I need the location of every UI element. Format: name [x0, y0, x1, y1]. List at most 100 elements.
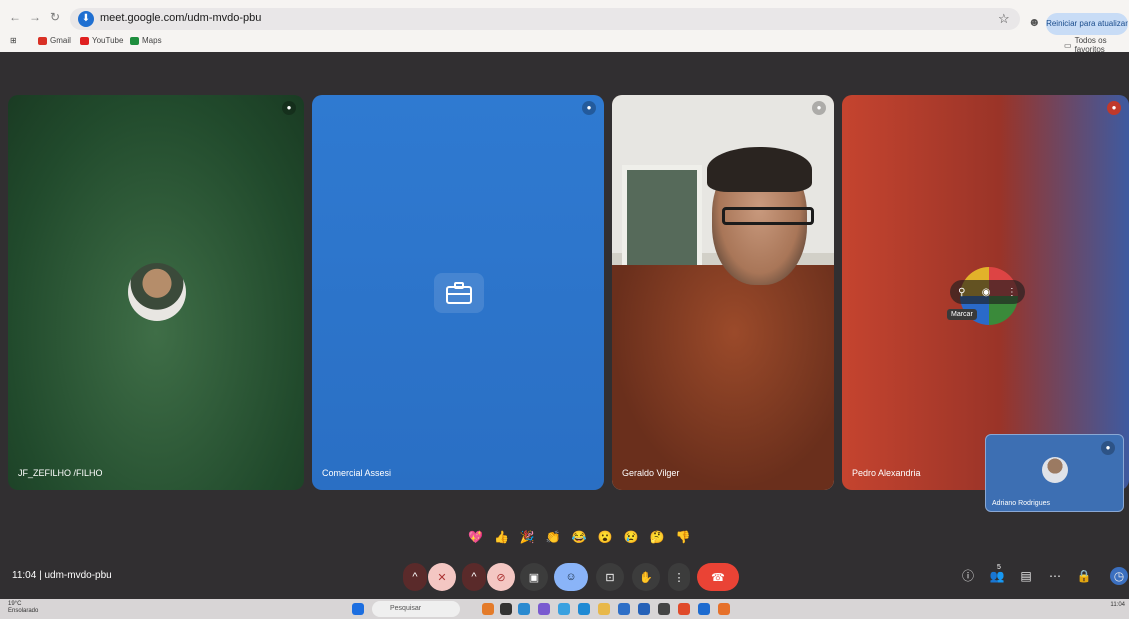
bookmark-maps[interactable]: Maps — [130, 36, 162, 45]
leave-call-button[interactable]: ☎ — [697, 563, 739, 591]
url-text: meet.google.com/udm-mvdo-pbu — [100, 12, 262, 24]
meet-stage: ● JF_ZEFILHO /FILHO ● Comercial Assesi ●… — [0, 52, 1129, 599]
browser-chrome: ← → ↻ ⬇ meet.google.com/udm-mvdo-pbu ☆ ☻… — [0, 0, 1129, 54]
app-icon[interactable] — [698, 603, 710, 615]
folder-icon: ▭ — [1064, 40, 1072, 50]
youtube-icon — [80, 36, 89, 45]
search-placeholder: Pesquisar — [390, 605, 422, 612]
more-options-icon[interactable]: ⋮ — [1007, 287, 1017, 298]
participant-tile[interactable]: ● ⚲ ◉ ⋮ Marcar Pedro Alexandria — [842, 95, 1129, 490]
mic-off-icon: ● — [812, 101, 826, 115]
pin-icon[interactable]: ⚲ — [958, 287, 965, 298]
mic-on-icon: ● — [282, 101, 296, 115]
bookmark-gmail[interactable]: Gmail — [38, 36, 71, 45]
camera-options-button[interactable]: ^ — [462, 563, 486, 591]
bookmark-label: Maps — [142, 36, 162, 45]
bookmarks-bar: ⊞ Gmail YouTube Maps ▭ Todos os favorito… — [0, 33, 1129, 54]
tile-controls[interactable]: ⚲ ◉ ⋮ — [950, 280, 1025, 304]
host-controls-icon[interactable]: 🔒 — [1075, 567, 1093, 585]
app-icon[interactable] — [638, 603, 650, 615]
mute-icon[interactable]: ◉ — [982, 287, 991, 298]
participant-name: Comercial Assesi — [322, 468, 392, 478]
gmail-icon — [38, 36, 47, 45]
reaction-party[interactable]: 🎉 — [520, 530, 535, 544]
participant-tile[interactable]: ● Comercial Assesi — [312, 95, 604, 490]
emoji-icon: ☺ — [565, 571, 577, 583]
self-name: Adriano Rodrigues — [992, 500, 1050, 507]
app-icon[interactable] — [558, 603, 570, 615]
reaction-surprised[interactable]: 😮 — [598, 530, 613, 544]
system-clock: 11:04 — [1110, 602, 1125, 609]
mic-off-icon: ✕ — [437, 571, 447, 584]
back-icon[interactable]: ← — [8, 10, 22, 24]
participant-count: 5 — [997, 564, 1001, 571]
hand-icon: ✋ — [639, 571, 653, 584]
present-button[interactable]: ⊡ — [596, 563, 624, 591]
reaction-thumbs-up[interactable]: 👍 — [494, 530, 509, 544]
present-icon: ⊡ — [605, 571, 615, 584]
start-icon[interactable] — [352, 603, 364, 615]
reaction-thinking[interactable]: 🤔 — [650, 530, 665, 544]
reaction-heart[interactable]: 💖 — [468, 530, 483, 544]
app-icon[interactable] — [718, 603, 730, 615]
bookmark-star-icon[interactable]: ☆ — [998, 11, 1010, 27]
reaction-thumbs-down[interactable]: 👎 — [676, 530, 691, 544]
app-icon[interactable] — [500, 603, 512, 615]
app-icon[interactable] — [578, 603, 590, 615]
mic-options-button[interactable]: ^ — [403, 563, 427, 591]
camera-toggle-button[interactable]: ⊘ — [487, 563, 515, 591]
participant-name: Pedro Alexandria — [852, 468, 921, 478]
activities-icon[interactable]: ⋯ — [1046, 567, 1064, 585]
meeting-info: 11:04 | udm-mvdo-pbu — [12, 570, 112, 581]
mic-toggle-button[interactable]: ✕ — [428, 563, 456, 591]
reaction-sad[interactable]: 😢 — [624, 530, 639, 544]
mic-off-icon: ● — [582, 101, 596, 115]
browser-toolbar: ← → ↻ ⬇ meet.google.com/udm-mvdo-pbu ☆ ☻… — [0, 6, 1129, 35]
reactions-button[interactable]: ☺ — [554, 563, 588, 591]
reload-icon[interactable]: ↻ — [48, 10, 62, 24]
people-icon[interactable]: 👥 5 — [988, 564, 1006, 585]
bookmark-youtube[interactable]: YouTube — [80, 36, 123, 45]
weather-text: Ensolarado — [8, 608, 39, 614]
folder-icon[interactable] — [598, 603, 610, 615]
app-icon[interactable] — [658, 603, 670, 615]
participant-name: JF_ZEFILHO /FILHO — [18, 468, 103, 478]
self-view-tile[interactable]: ● Adriano Rodrigues — [985, 434, 1124, 512]
captions-icon: ▣ — [528, 571, 540, 584]
chrome-icon[interactable] — [678, 603, 690, 615]
weather-widget[interactable]: 19°C Ensolarado — [8, 601, 38, 615]
more-options-button[interactable]: ⋮ — [668, 563, 690, 591]
raise-hand-button[interactable]: ✋ — [632, 563, 660, 591]
search-input[interactable]: Pesquisar — [372, 601, 460, 617]
phone-hangup-icon: ☎ — [711, 571, 725, 584]
forward-icon[interactable]: → — [28, 10, 42, 24]
avatar — [1042, 457, 1068, 483]
timer-icon[interactable]: ◷ — [1110, 567, 1128, 585]
participant-name: Geraldo Vilger — [622, 468, 680, 478]
app-icon[interactable] — [538, 603, 550, 615]
camera-off-icon: ⊘ — [496, 571, 506, 584]
address-bar[interactable]: ⬇ meet.google.com/udm-mvdo-pbu ☆ — [70, 8, 1020, 30]
os-taskbar: 19°C Ensolarado Pesquisar 11:04 — [0, 599, 1129, 619]
captions-button[interactable]: ▣ — [520, 563, 548, 591]
camera-feed — [612, 95, 834, 490]
site-info-icon[interactable]: ⬇ — [78, 11, 94, 27]
participant-tile[interactable]: ● JF_ZEFILHO /FILHO — [8, 95, 304, 490]
chat-icon[interactable]: ▤ — [1017, 567, 1035, 585]
update-button[interactable]: Reiniciar para atualizar — [1046, 13, 1128, 35]
app-icon[interactable] — [518, 603, 530, 615]
participant-tile[interactable]: ● Geraldo Vilger — [612, 95, 834, 490]
reaction-clap[interactable]: 👏 — [546, 530, 561, 544]
app-icon[interactable] — [482, 603, 494, 615]
maps-icon — [130, 36, 139, 45]
meeting-time: 11:04 — [12, 570, 37, 581]
app-icon[interactable] — [618, 603, 630, 615]
reaction-bar: 💖 👍 🎉 👏 😂 😮 😢 🤔 👎 — [468, 530, 691, 544]
reaction-laugh[interactable]: 😂 — [572, 530, 587, 544]
apps-icon[interactable]: ⊞ — [10, 36, 17, 45]
info-icon[interactable]: ⓘ — [959, 567, 977, 585]
temperature: 19°C — [8, 601, 22, 607]
profile-icon[interactable]: ☻ — [1028, 15, 1041, 29]
person-hair — [707, 147, 812, 192]
glasses — [722, 207, 814, 225]
